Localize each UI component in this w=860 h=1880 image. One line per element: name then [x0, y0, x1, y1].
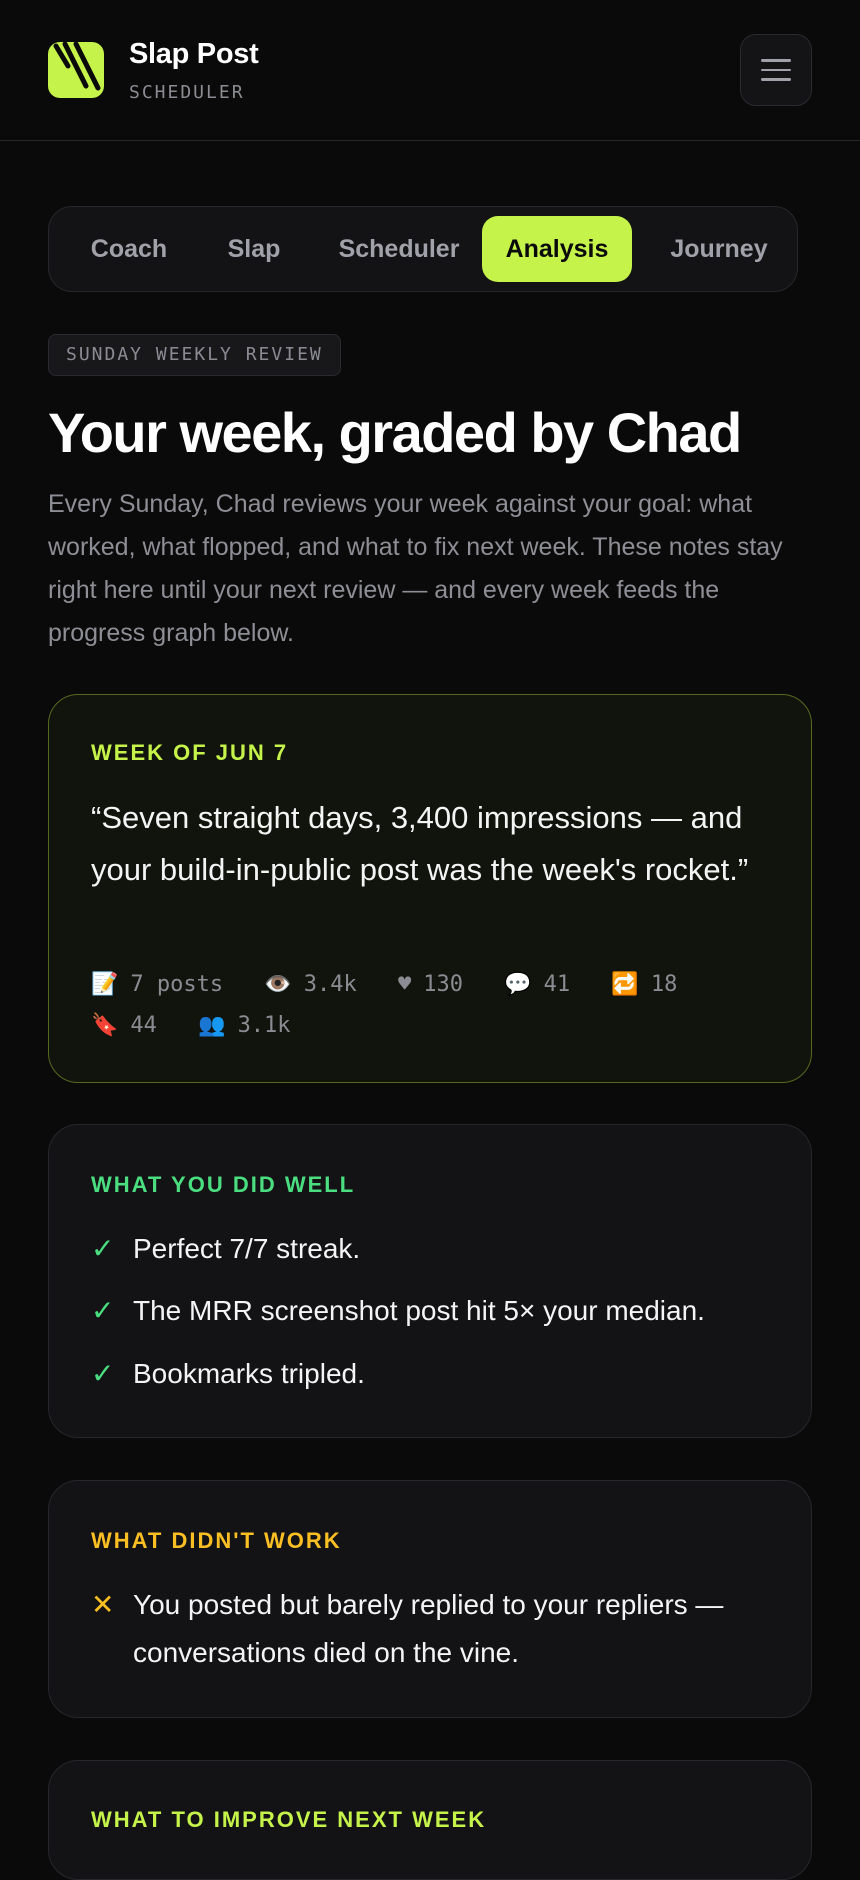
stat-reposts: 🔁 18 — [611, 972, 678, 997]
week-summary-card: WEEK OF JUN 7 “Seven straight days, 3,40… — [48, 694, 812, 1083]
check-icon: ✓ — [91, 1358, 115, 1389]
menu-button[interactable] — [740, 34, 812, 106]
tab-analysis[interactable]: Analysis — [482, 216, 632, 282]
stat-replies: 💬 41 — [504, 972, 571, 997]
intro-text: Every Sunday, Chad reviews your week aga… — [48, 490, 783, 647]
week-label: WEEK OF JUN 7 — [91, 740, 289, 765]
tab-journey[interactable]: Journey — [649, 216, 789, 282]
followers-icon: 👥 — [198, 1013, 226, 1038]
stat-likes: ♥ 130 — [398, 972, 464, 997]
section-pill: SUNDAY WEEKLY REVIEW — [48, 334, 341, 376]
improve-card: WHAT TO IMPROVE NEXT WEEK — [48, 1760, 812, 1880]
week-quote: “Seven straight days, 3,400 impressions … — [91, 800, 749, 887]
app-header: Slap Post SCHEDULER — [0, 0, 860, 141]
heart-icon: ♥ — [398, 972, 412, 997]
eye-icon: 👁️ — [264, 972, 292, 997]
repost-icon: 🔁 — [611, 972, 639, 997]
didnt-work-label: WHAT DIDN'T WORK — [91, 1528, 342, 1553]
tab-coach[interactable]: Coach — [69, 216, 189, 282]
check-icon: ✓ — [91, 1233, 115, 1264]
brand-subtitle: SCHEDULER — [129, 82, 245, 103]
memo-icon: 📝 — [91, 972, 119, 997]
section-tabs: Coach Slap Scheduler Analysis Journey — [48, 206, 798, 292]
improve-label: WHAT TO IMPROVE NEXT WEEK — [91, 1807, 487, 1832]
slash-logo-icon[interactable] — [48, 42, 104, 98]
stat-impressions: 👁️ 3.4k — [264, 972, 357, 997]
stat-bookmarks: 🔖 44 — [91, 1013, 157, 1038]
check-icon: ✓ — [91, 1295, 115, 1326]
didnt-work-card: WHAT DIDN'T WORK ✕ You posted but barely… — [48, 1480, 812, 1718]
hamburger-menu-icon — [761, 59, 791, 81]
did-well-card: WHAT YOU DID WELL ✓ Perfect 7/7 streak. … — [48, 1124, 812, 1438]
week-stats: 📝 7 posts 👁️ 3.4k ♥ 130 💬 41 🔁 18 🔖 44 👥 3.1k — [91, 964, 781, 1046]
cross-icon: ✕ — [91, 1589, 115, 1620]
speech-bubble-icon: 💬 — [504, 972, 532, 997]
brand-name: Slap Post — [129, 38, 259, 70]
page-title: Your week, graded by Chad — [48, 401, 742, 464]
tab-slap[interactable]: Slap — [204, 216, 304, 282]
tab-scheduler[interactable]: Scheduler — [319, 216, 479, 282]
did-well-label: WHAT YOU DID WELL — [91, 1172, 356, 1197]
stat-followers: 👥 3.1k — [198, 1013, 291, 1038]
bookmark-icon: 🔖 — [91, 1013, 119, 1038]
stat-posts: 📝 7 posts — [91, 972, 224, 997]
